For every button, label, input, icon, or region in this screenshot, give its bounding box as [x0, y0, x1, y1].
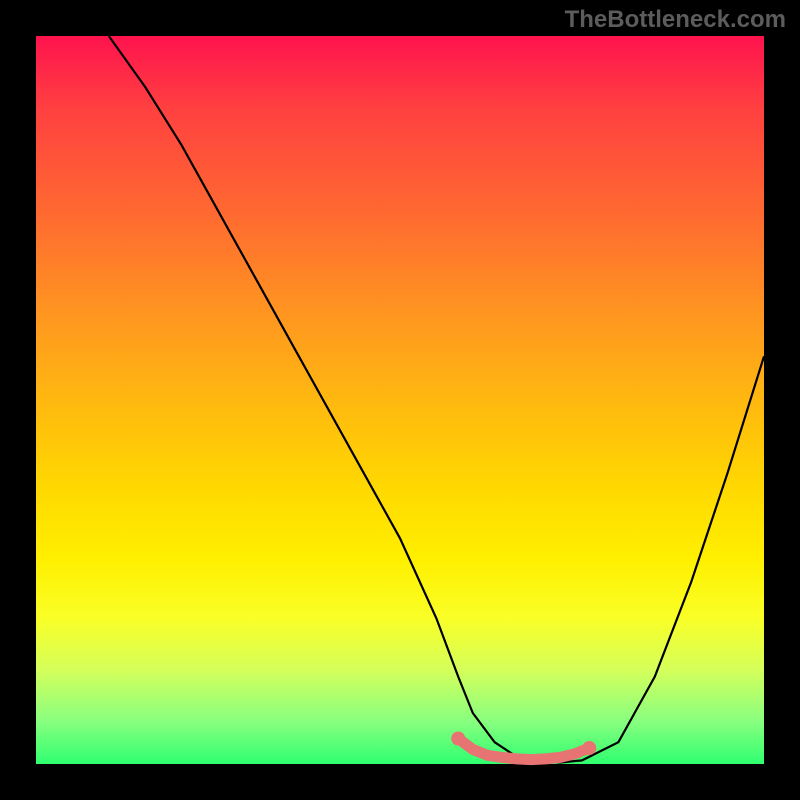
curve-svg — [36, 36, 764, 764]
optimal-range-highlight — [451, 732, 596, 760]
plot-area — [36, 36, 764, 764]
attribution-text: TheBottleneck.com — [565, 6, 786, 34]
highlight-endpoint — [582, 741, 596, 755]
bottleneck-curve — [109, 36, 764, 763]
highlight-stroke — [458, 739, 589, 760]
chart-container: TheBottleneck.com — [0, 0, 800, 800]
highlight-endpoint — [451, 732, 465, 746]
